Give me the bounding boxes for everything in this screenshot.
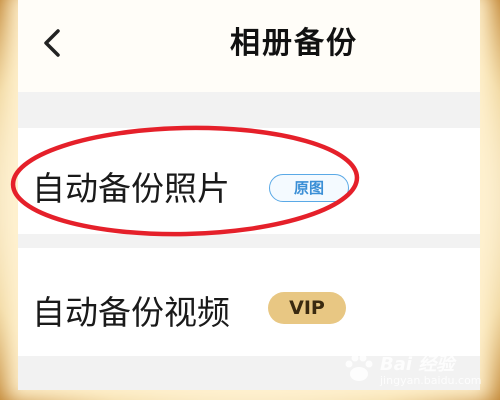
page-title: 相册备份 xyxy=(230,26,358,61)
bottom-spacer xyxy=(18,356,480,390)
auto-backup-videos-row[interactable]: 自动备份视频 VIP xyxy=(18,248,480,356)
app-screen: 相册备份 自动备份照片 原图 自动备份视频 VIP xyxy=(18,0,480,390)
auto-backup-photos-label: 自动备份照片 xyxy=(32,169,230,208)
auto-backup-videos-label: 自动备份视频 xyxy=(32,293,230,332)
section-separator xyxy=(18,234,480,248)
vip-badge: VIP xyxy=(268,292,346,324)
auto-backup-photos-row[interactable]: 自动备份照片 原图 xyxy=(18,128,480,234)
nav-header: 相册备份 xyxy=(18,0,480,92)
section-separator xyxy=(18,92,480,128)
original-quality-badge: 原图 xyxy=(269,174,349,202)
